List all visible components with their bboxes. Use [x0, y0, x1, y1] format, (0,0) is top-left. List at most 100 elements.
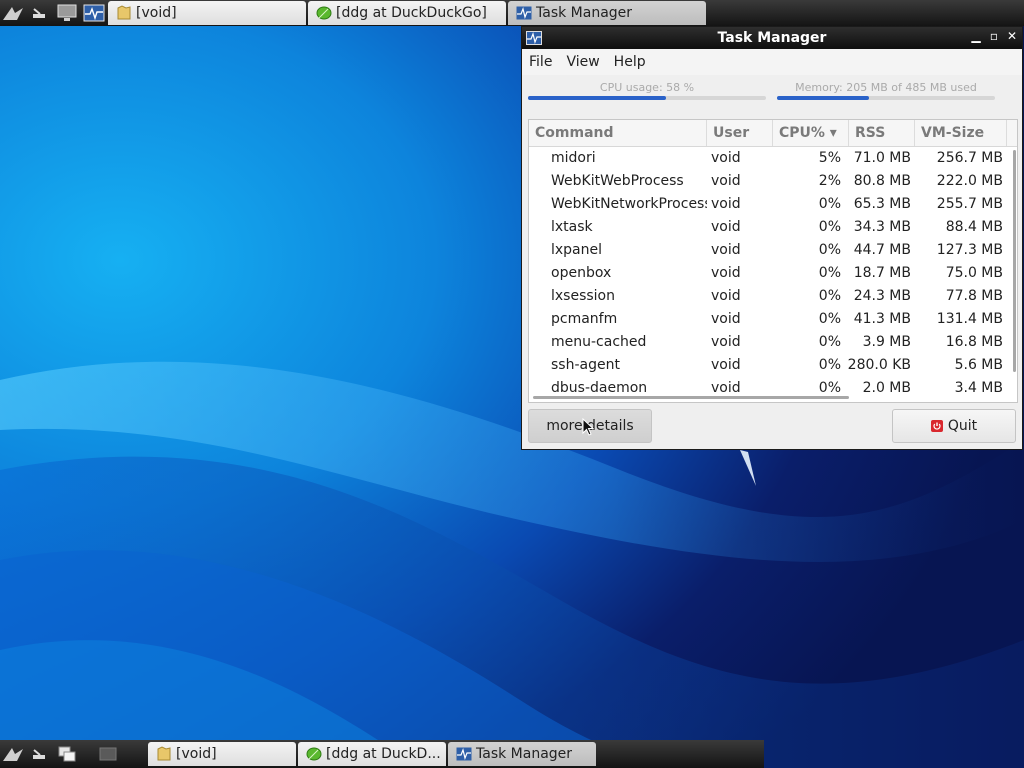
process-cpu: 0% [818, 288, 841, 304]
process-cpu: 0% [818, 242, 841, 258]
cpu-usage-bar [528, 96, 667, 100]
process-command: lxsession [551, 288, 615, 304]
table-row[interactable]: lxsession void 0% 24.3 MB 77.8 MB [529, 285, 1017, 308]
menu-help[interactable]: Help [607, 54, 653, 70]
lxde-bird-icon [3, 748, 23, 761]
process-rss: 41.3 MB [853, 311, 911, 327]
memory-usage-bar [777, 96, 870, 100]
process-command: menu-cached [551, 334, 647, 350]
close-icon[interactable]: ✕ [1006, 29, 1018, 43]
table-row[interactable]: lxpanel void 0% 44.7 MB 127.3 MB [529, 239, 1017, 262]
menu-file[interactable]: File [522, 54, 559, 70]
process-vm-size: 222.0 MB [936, 173, 1003, 189]
process-rss: 2.0 MB [862, 380, 911, 396]
process-rss: 71.0 MB [853, 150, 911, 166]
process-user: void [711, 357, 741, 373]
maximize-icon[interactable]: ▫ [988, 29, 1000, 43]
table-row[interactable]: midori void 5% 71.0 MB 256.7 MB [529, 147, 1017, 170]
cpu-usage-label: CPU usage: 58 % [599, 81, 695, 94]
taskbar-item-void[interactable]: [void] [108, 1, 306, 25]
table-row[interactable]: pcmanfm void 0% 41.3 MB 131.4 MB [529, 308, 1017, 331]
taskbar-item-task-manager[interactable]: Task Manager [508, 1, 706, 25]
taskbar-item-label: Task Manager [476, 746, 573, 762]
column-more [1007, 120, 1017, 146]
window-titlebar[interactable]: Task Manager ▁ ▫ ✕ [522, 27, 1022, 49]
column-command[interactable]: Command [529, 120, 707, 146]
folder-icon [157, 746, 171, 761]
taskbar-item-label: Task Manager [536, 5, 633, 21]
taskbar-item-label: [void] [136, 5, 177, 21]
quit-label: Quit [947, 418, 978, 434]
column-vm-size[interactable]: VM-Size [915, 120, 1007, 146]
window-list-launcher[interactable] [54, 742, 80, 766]
process-cpu: 0% [818, 357, 841, 373]
table-row[interactable]: openbox void 0% 18.7 MB 75.0 MB [529, 262, 1017, 285]
taskbar-item-void[interactable]: [void] [148, 742, 296, 766]
task-manager-icon [83, 4, 105, 22]
column-user[interactable]: User [707, 120, 773, 146]
process-cpu: 0% [818, 265, 841, 281]
taskbar-item-browser[interactable]: [ddg at DuckD... [298, 742, 446, 766]
bottom-panel: [void] [ddg at DuckD... Task Manager [0, 740, 764, 768]
memory-usage-label: Memory: 205 MB of 485 MB used [795, 81, 977, 94]
process-command: WebKitWebProcess [551, 173, 684, 189]
task-manager-icon [516, 6, 532, 20]
usage-meters: CPU usage: 58 % Memory: 205 MB of 485 MB… [522, 75, 1022, 111]
table-row[interactable]: WebKitWebProcess void 2% 80.8 MB 222.0 MB [529, 170, 1017, 193]
process-vm-size: 255.7 MB [936, 196, 1003, 212]
process-table: Command User CPU% ▾ RSS VM-Size midori vo… [528, 119, 1018, 403]
show-desktop-icon [33, 8, 45, 18]
table-header: Command User CPU% ▾ RSS VM-Size [529, 120, 1017, 147]
monitor-launcher[interactable] [54, 1, 80, 25]
lxde-bird-icon [3, 7, 23, 20]
taskbar-item-browser[interactable]: [ddg at DuckDuckGo] [308, 1, 506, 25]
process-rss: 280.0 KB [847, 357, 911, 373]
process-vm-size: 3.4 MB [954, 380, 1003, 396]
process-vm-size: 131.4 MB [936, 311, 1003, 327]
menu-view[interactable]: View [559, 54, 606, 70]
process-vm-size: 256.7 MB [936, 150, 1003, 166]
process-user: void [711, 311, 741, 327]
task-monitor-launcher[interactable] [81, 1, 107, 25]
table-row[interactable]: menu-cached void 0% 3.9 MB 16.8 MB [529, 331, 1017, 354]
process-rss: 44.7 MB [853, 242, 911, 258]
process-command: ssh-agent [551, 357, 620, 373]
process-rss: 3.9 MB [862, 334, 911, 350]
process-command: pcmanfm [551, 311, 618, 327]
horizontal-scrollbar[interactable] [533, 396, 849, 399]
cpu-meter: CPU usage: 58 % [528, 81, 766, 105]
taskbar-item-task-manager[interactable]: Task Manager [448, 742, 596, 766]
process-command: WebKitNetworkProcess [551, 196, 707, 212]
quit-button[interactable]: Quit [892, 409, 1016, 443]
window-title: Task Manager [717, 30, 827, 46]
minimize-icon[interactable]: ▁ [970, 29, 982, 43]
process-user: void [711, 173, 741, 189]
process-rss: 24.3 MB [853, 288, 911, 304]
lxde-menu-button[interactable] [0, 1, 26, 25]
table-row[interactable]: WebKitNetworkProcess void 0% 65.3 MB 255.7 M… [529, 193, 1017, 216]
process-cpu: 0% [818, 219, 841, 235]
minimize-all-button[interactable] [27, 1, 53, 25]
lxde-menu-button[interactable] [0, 742, 26, 766]
table-row[interactable]: ssh-agent void 0% 280.0 KB 5.6 MB [529, 354, 1017, 377]
taskbar-item-label: [ddg at DuckDuckGo] [336, 5, 487, 21]
column-rss[interactable]: RSS [849, 120, 915, 146]
process-cpu: 5% [818, 150, 841, 166]
vertical-scrollbar[interactable] [1013, 150, 1016, 372]
memory-meter: Memory: 205 MB of 485 MB used [777, 81, 995, 105]
folder-icon [117, 5, 131, 20]
table-row[interactable]: lxtask void 0% 34.3 MB 88.4 MB [529, 216, 1017, 239]
process-vm-size: 77.8 MB [945, 288, 1003, 304]
workspace-pager[interactable] [95, 742, 121, 766]
menu-bar: File View Help [522, 49, 1022, 75]
task-manager-icon [526, 31, 542, 45]
minimize-all-button[interactable] [27, 742, 53, 766]
show-desktop-icon [33, 749, 45, 759]
process-rss: 34.3 MB [853, 219, 911, 235]
workspace-icon [99, 747, 117, 761]
process-user: void [711, 265, 741, 281]
process-vm-size: 75.0 MB [945, 265, 1003, 281]
column-cpu[interactable]: CPU% ▾ [773, 120, 849, 146]
process-command: lxtask [551, 219, 593, 235]
top-panel: [void] [ddg at DuckDuckGo] Task Manager [0, 0, 1024, 26]
